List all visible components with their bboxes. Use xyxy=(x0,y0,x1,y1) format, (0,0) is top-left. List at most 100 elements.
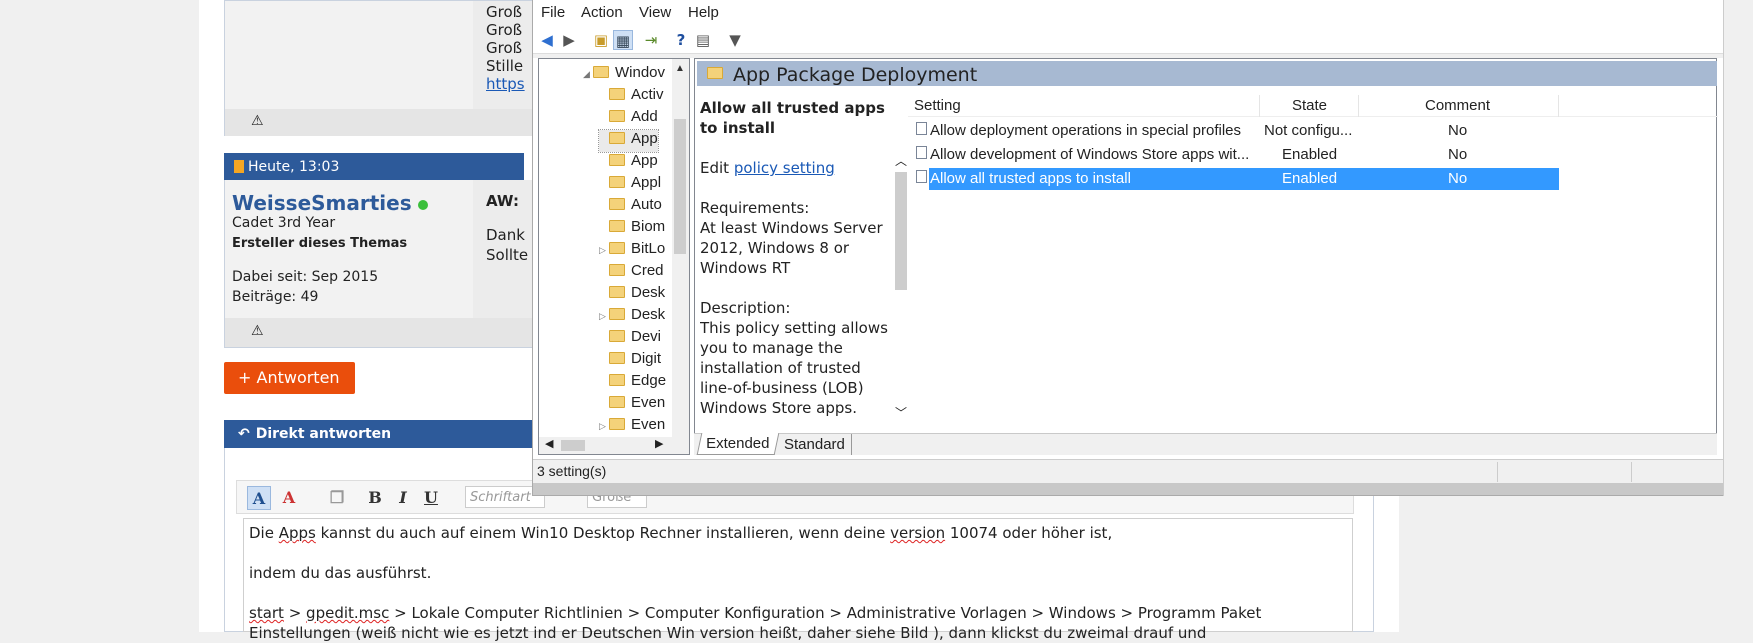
scroll-left-icon[interactable]: ◀ xyxy=(545,437,553,450)
tree-hscrollbar[interactable]: ◀ ▶ xyxy=(539,437,689,454)
column-divider[interactable] xyxy=(1558,95,1559,117)
table-row-selected[interactable]: Allow all trusted apps to install Enable… xyxy=(912,168,1562,190)
forward-icon[interactable]: ▶ xyxy=(559,30,579,50)
user-rank: Cadet 3rd Year xyxy=(232,215,336,231)
tree-item[interactable]: Activ xyxy=(599,86,664,108)
menu-view[interactable]: View xyxy=(639,4,671,21)
folder-icon xyxy=(609,418,625,430)
status-divider xyxy=(1497,462,1498,482)
menu-file[interactable]: File xyxy=(541,4,565,21)
requirements-text: At least Windows Server 2012, Windows 8 … xyxy=(700,219,883,277)
tree-item[interactable]: ▷ Desk xyxy=(599,306,665,328)
tree-item[interactable]: App xyxy=(599,152,658,174)
filter-icon[interactable]: ▼ xyxy=(725,30,745,50)
column-divider[interactable] xyxy=(1259,95,1260,117)
paste-icon[interactable]: ❐ xyxy=(325,486,349,510)
folder-icon xyxy=(609,220,625,232)
scroll-thumb[interactable] xyxy=(674,119,686,254)
user-line: WeisseSmarties xyxy=(232,191,428,215)
policy-title: Allow all trusted apps to install xyxy=(700,99,885,137)
policy-setting-link[interactable]: policy setting xyxy=(734,159,835,177)
post-1: Groß Groß Groß Stille https ⚠ xyxy=(224,0,534,136)
direct-reply-title: Direkt antworten xyxy=(255,426,392,442)
tree-item[interactable]: Digit xyxy=(599,350,661,372)
editor-textarea[interactable]: Die Apps kannst du auch auf einem Win10 … xyxy=(243,518,1353,642)
hscroll-thumb[interactable] xyxy=(561,440,585,451)
tree-item[interactable]: Appl xyxy=(599,174,661,196)
tree-item-label: Desk xyxy=(631,284,666,301)
editor-line: indem du das ausführst. xyxy=(249,564,432,582)
font-highlight-icon[interactable]: A xyxy=(277,486,301,510)
report-icon[interactable]: ⚠ xyxy=(251,323,264,339)
menu-action[interactable]: Action xyxy=(581,4,623,21)
post-1-link[interactable]: https xyxy=(486,75,525,93)
tree-item[interactable]: ▷ Even xyxy=(599,416,665,438)
tree-item[interactable]: Auto xyxy=(599,196,662,218)
report-icon[interactable]: ⚠ xyxy=(251,113,264,129)
tree-item[interactable]: Edge xyxy=(599,372,666,394)
export-list-icon[interactable]: ⇥ xyxy=(641,30,661,50)
underline-icon[interactable]: U xyxy=(419,486,443,510)
scroll-up-icon[interactable]: ︿ xyxy=(895,152,907,169)
tree-item[interactable]: Even xyxy=(599,394,665,416)
tree-item-label: Activ xyxy=(631,86,664,103)
expand-icon[interactable]: ▷ xyxy=(599,421,609,432)
tree-item[interactable]: Devi xyxy=(599,328,661,350)
tree-item[interactable]: App xyxy=(598,129,659,153)
column-state[interactable]: State xyxy=(1292,97,1327,114)
help-icon[interactable]: ? xyxy=(671,30,691,50)
table-row[interactable]: Allow deployment operations in special p… xyxy=(912,120,1562,142)
misspelled-word: gpedit.msc xyxy=(306,604,390,622)
tree-item[interactable]: Cred xyxy=(599,262,664,284)
properties-icon[interactable]: ▤ xyxy=(693,30,713,50)
scroll-up-icon[interactable]: ▲ xyxy=(675,63,685,74)
scroll-right-icon[interactable]: ▶ xyxy=(655,437,663,450)
collapse-icon[interactable]: ◢ xyxy=(583,69,593,80)
tree-item-label: Windov xyxy=(615,64,666,81)
tab-extended[interactable]: Extended xyxy=(696,433,780,455)
font-color-icon[interactable]: A xyxy=(247,486,271,510)
column-divider[interactable] xyxy=(1358,95,1359,117)
scroll-down-icon[interactable]: ﹀ xyxy=(895,404,907,421)
policy-icon xyxy=(916,146,927,159)
toolbar: ◀ ▶ ▣ ▦ ⇥ ? ▤ ▼ xyxy=(533,26,1723,54)
misspelled-word: start xyxy=(249,604,284,622)
post-1-line: Stille xyxy=(486,57,524,75)
tree-vscrollbar[interactable]: ▲ xyxy=(672,59,689,437)
tree-item[interactable]: ▷ BitLo xyxy=(599,240,665,262)
row-comment: No xyxy=(1448,146,1468,163)
column-comment[interactable]: Comment xyxy=(1425,97,1490,114)
tree-item[interactable]: Desk xyxy=(599,284,665,306)
scroll-thumb[interactable] xyxy=(895,172,907,290)
username-link[interactable]: WeisseSmarties xyxy=(232,191,412,215)
tree-item[interactable]: Add xyxy=(599,108,658,130)
show-hide-tree-icon[interactable]: ▦ xyxy=(613,30,633,50)
expand-icon[interactable]: ▷ xyxy=(599,311,609,322)
text-span: kannst du auch auf einem Win10 Desktop R… xyxy=(315,524,891,542)
row-setting: Allow development of Windows Store apps … xyxy=(930,146,1250,163)
bold-icon[interactable]: B xyxy=(363,486,387,510)
tab-standard[interactable]: Standard xyxy=(778,434,852,455)
up-folder-icon[interactable]: ▣ xyxy=(591,30,611,50)
column-setting[interactable]: Setting xyxy=(914,97,961,114)
italic-icon[interactable]: I xyxy=(391,486,415,510)
description-scrollbar[interactable]: ︿ ﹀ xyxy=(893,148,910,430)
back-icon[interactable]: ◀ xyxy=(537,30,557,50)
post-1-userpanel xyxy=(225,1,473,109)
tree-item[interactable]: Biom xyxy=(599,218,665,240)
online-status-icon xyxy=(417,200,428,210)
reply-button[interactable]: + Antworten xyxy=(224,362,355,394)
expand-icon[interactable]: ▷ xyxy=(599,245,609,256)
window-edge xyxy=(1723,0,1732,496)
table-row[interactable]: Allow development of Windows Store apps … xyxy=(912,144,1562,166)
folder-icon xyxy=(609,286,625,298)
status-text: 3 setting(s) xyxy=(537,463,607,479)
description-text: This policy setting allows you to manage… xyxy=(700,319,888,417)
menu-help[interactable]: Help xyxy=(688,4,719,21)
row-setting: Allow all trusted apps to install xyxy=(930,170,1131,187)
folder-icon xyxy=(609,374,625,386)
tree-item-windows[interactable]: ◢ Windov xyxy=(583,64,665,86)
folder-icon xyxy=(609,352,625,364)
